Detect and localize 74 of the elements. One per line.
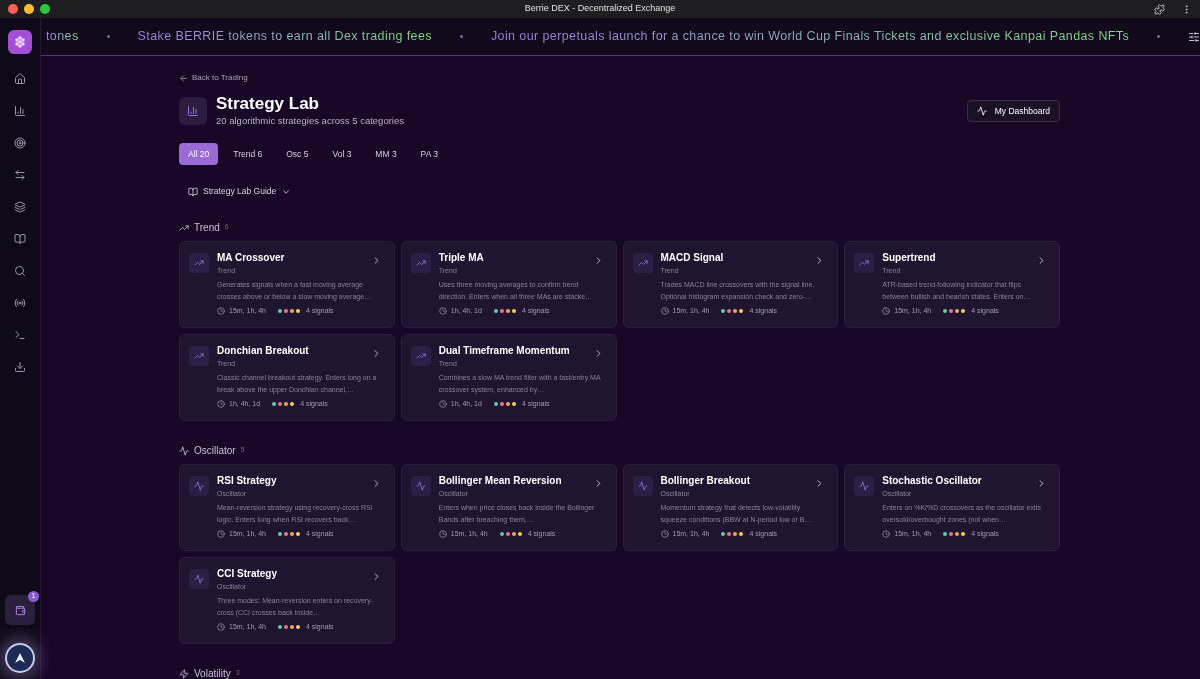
book-icon <box>188 186 198 197</box>
search-icon[interactable] <box>14 265 26 277</box>
arrow-up-logo-icon <box>14 652 26 664</box>
puzzle-icon[interactable] <box>1154 3 1165 15</box>
clock-icon <box>660 307 669 316</box>
strategy-title: CCI Strategy <box>217 567 277 580</box>
clock-icon <box>217 530 225 539</box>
minimize-window-button[interactable] <box>24 4 34 14</box>
section-title: Volatility <box>194 667 231 679</box>
pulse-icon <box>194 481 204 491</box>
filter-tab[interactable]: MM 3 <box>366 143 406 166</box>
section-title: Oscillator <box>194 444 236 458</box>
back-link[interactable]: Back to Trading <box>179 72 248 84</box>
terminal-icon[interactable] <box>14 329 26 341</box>
filter-tab[interactable]: Trend 6 <box>224 143 272 166</box>
clock-icon <box>438 307 447 316</box>
download-icon[interactable] <box>14 361 26 373</box>
book-icon[interactable] <box>14 233 26 245</box>
trend-up-icon <box>179 222 189 233</box>
pulse-icon <box>976 106 987 117</box>
my-dashboard-button[interactable]: My Dashboard <box>966 100 1060 123</box>
zoom-window-button[interactable] <box>40 4 50 14</box>
trend-up-icon <box>859 258 870 268</box>
strategy-title: Supertrend <box>882 251 936 264</box>
trend-up-icon <box>637 258 648 268</box>
strategy-title: MACD Signal <box>660 251 724 264</box>
strategy-title: Bollinger Mean Reversion <box>438 474 562 487</box>
trend-up-icon <box>194 351 204 361</box>
back-arrow-icon <box>179 73 188 83</box>
strategy-title: Stochastic Oscillator <box>882 474 982 487</box>
layers-icon[interactable] <box>14 201 26 213</box>
guide-dropdown[interactable]: Strategy Lab Guide <box>188 185 292 198</box>
strategy-title: RSI Strategy <box>217 474 277 487</box>
lightning-icon <box>179 668 189 679</box>
pulse-icon <box>179 445 189 456</box>
home-icon[interactable] <box>14 73 26 85</box>
broadcast-icon[interactable] <box>14 297 26 309</box>
trend-up-icon <box>415 258 426 268</box>
clock-icon <box>882 530 891 539</box>
assistant-button[interactable] <box>5 643 35 673</box>
clock-icon <box>217 623 225 632</box>
clock-icon <box>660 530 669 539</box>
clock-icon <box>217 400 225 409</box>
page-subtitle: 20 algorithmic strategies across 5 categories <box>216 114 404 128</box>
filter-tab[interactable]: Vol 3 <box>323 143 361 166</box>
trend-up-icon <box>194 258 204 268</box>
bar-chart-icon <box>187 105 199 118</box>
clock-icon <box>438 530 447 539</box>
page-title: Strategy Lab <box>216 94 320 114</box>
window-title: Berrie DEX - Decentralized Exchange <box>524 2 676 16</box>
filter-tab[interactable]: PA 3 <box>411 143 447 166</box>
close-window-button[interactable] <box>8 4 18 14</box>
clock-icon <box>217 307 225 316</box>
clock-icon <box>882 307 891 316</box>
berry-logo[interactable] <box>8 30 32 54</box>
clock-icon <box>438 400 447 409</box>
pulse-icon <box>194 574 204 584</box>
settings-sliders-icon[interactable] <box>1188 30 1200 43</box>
wallet-icon <box>14 604 26 616</box>
pulse-icon <box>637 481 648 491</box>
strategy-title: Dual Timeframe Momentum <box>438 344 570 357</box>
target-icon[interactable] <box>14 137 26 149</box>
filter-tab[interactable]: Osc 5 <box>277 143 318 166</box>
strategy-title: MA Crossover <box>217 251 285 264</box>
pulse-icon <box>415 481 426 491</box>
strategy-title: Donchian Breakout <box>217 344 309 357</box>
bar-chart-icon[interactable] <box>14 105 26 117</box>
pulse-icon <box>859 481 870 491</box>
filter-tab[interactable]: All 20 <box>179 143 219 166</box>
swap-arrows-icon[interactable] <box>14 169 26 181</box>
strategy-title: Bollinger Breakout <box>660 474 750 487</box>
section-title: Trend <box>194 221 220 235</box>
trend-up-icon <box>415 351 426 361</box>
strategy-title: Triple MA <box>438 251 484 264</box>
